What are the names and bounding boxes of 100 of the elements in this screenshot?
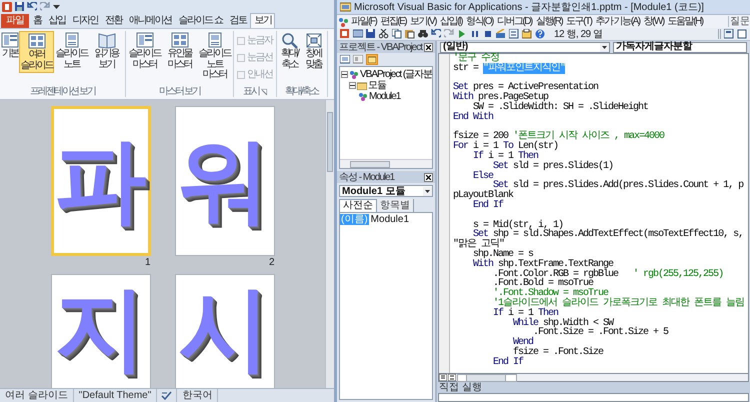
ribbon-tab[interactable]: 홈: [30, 14, 44, 28]
ribbon-button[interactable]: 읽기용 보기: [89, 31, 124, 71]
fit-window-icon: [304, 32, 322, 49]
status-text: 한국어: [177, 389, 218, 402]
code-line: With shp.TextFrame.TextRange: [472, 260, 614, 270]
menu-item[interactable]: 도움말(H): [666, 16, 705, 28]
view-object-icon[interactable]: [353, 55, 363, 64]
code-line: While shp.Width < SW: [512, 318, 614, 328]
dropdown-icon[interactable]: [53, 4, 60, 10]
tree-toggle[interactable]: [349, 82, 356, 89]
object-dropdown[interactable]: Module1 모듈: [339, 185, 433, 197]
pause-icon[interactable]: [470, 29, 480, 39]
property-value[interactable]: Module1: [368, 214, 410, 225]
binoculars-icon[interactable]: [418, 29, 428, 39]
code-line: '문구 수정: [453, 54, 500, 64]
ribbon-button[interactable]: 확대/축소: [278, 31, 302, 71]
ribbon-button[interactable]: 기본: [1, 31, 19, 60]
properties-tab[interactable]: 사전순: [339, 199, 377, 212]
menu-item[interactable]: 창(W): [642, 16, 666, 28]
scissors-icon[interactable]: [379, 29, 389, 39]
list-icon[interactable]: [509, 29, 519, 39]
ribbon-tab[interactable]: 검토: [226, 14, 250, 28]
undo-icon[interactable]: [431, 29, 441, 39]
group-label: 마스터 보기: [159, 86, 200, 97]
horizontal-scrollbar[interactable]: [340, 159, 432, 168]
dropdown-icon: [423, 186, 432, 196]
toggle-folders-button[interactable]: [366, 54, 378, 65]
stop-icon[interactable]: [483, 29, 493, 39]
grid-icon: [28, 33, 46, 50]
menu-item[interactable]: 도구(T): [564, 16, 594, 28]
code-line: .Font.Size = .Font.Size + 5: [533, 328, 670, 338]
properties-tab[interactable]: 항목별: [377, 199, 414, 212]
help-icon[interactable]: [535, 29, 545, 39]
close-button[interactable]: [424, 172, 433, 182]
slide-number: 1: [144, 256, 150, 270]
menu-item[interactable]: 보기(V): [408, 16, 438, 28]
page-icon[interactable]: [737, 29, 747, 39]
ribbon-button[interactable]: 창에 맞춤: [302, 31, 326, 71]
pane-title: 속성 - Module1: [339, 172, 394, 182]
folder-icon[interactable]: [522, 29, 532, 39]
ribbon-button[interactable]: 슬라이드 마스터: [127, 31, 162, 71]
menu-item[interactable]: 편집(E): [378, 16, 408, 28]
window-list-icon[interactable]: [724, 29, 734, 39]
ribbon-tab[interactable]: 삽입: [46, 14, 68, 28]
pane-title: 직접 실행: [439, 382, 482, 393]
menu-item[interactable]: 형식(O): [464, 16, 495, 28]
spelling-check-icon[interactable]: [161, 390, 172, 400]
folder-icon: [368, 56, 376, 63]
procedure-dropdown[interactable]: 가독자게글자분할: [613, 42, 747, 52]
menu-item[interactable]: 추가 기능(A): [593, 16, 642, 28]
procedure-view-icon[interactable]: [439, 374, 447, 381]
menu-item[interactable]: 삽입(I): [438, 16, 464, 28]
menu-icon[interactable]: [338, 16, 349, 26]
dropdown-icon: [600, 42, 609, 52]
code-line: End With: [453, 112, 494, 123]
ribbon-button[interactable]: 유인물 마스터: [162, 31, 197, 71]
tree-item[interactable]: Module1: [369, 91, 400, 102]
ribbon-button[interactable]: 여러 슬라이드: [19, 31, 54, 73]
code-line: End If: [472, 200, 504, 211]
dropdown-value: Module1 모듈: [342, 186, 406, 196]
ribbon-tab[interactable]: 애니메이션: [126, 14, 174, 28]
tree-item[interactable]: VBAProject (글자분: [360, 69, 432, 80]
ribbon-tab[interactable]: 보기: [250, 13, 276, 28]
code-line: fsize = .Font.Size: [512, 348, 604, 358]
code-line: For i = 1 To Len(str): [453, 142, 560, 152]
folder-icon: [357, 82, 367, 90]
app-logo-icon[interactable]: [2, 2, 12, 12]
object-dropdown[interactable]: (일반): [440, 42, 610, 52]
copy-icon[interactable]: [392, 29, 402, 39]
view-code-icon[interactable]: [340, 55, 350, 64]
code-line: Set sld = pres.Slides(1): [493, 162, 614, 172]
status-text: "Default Theme": [74, 389, 158, 402]
menu-item[interactable]: 파일(F): [349, 16, 378, 28]
help-search-field[interactable]: 질문: [728, 16, 750, 27]
save-icon[interactable]: [366, 29, 376, 39]
close-icon: [426, 174, 431, 180]
module-view-icon[interactable]: [448, 374, 456, 381]
file-tab[interactable]: 파일: [1, 14, 29, 28]
ribbon-tab[interactable]: 전환: [102, 14, 125, 28]
tree-item[interactable]: 모듈: [368, 80, 386, 91]
ribbon-button[interactable]: 슬라이드 노트 마스터: [197, 31, 232, 82]
close-button[interactable]: [424, 42, 433, 52]
vertical-scrollbar[interactable]: [325, 100, 334, 388]
code-line: Wend: [512, 338, 534, 348]
undo-icon[interactable]: [27, 2, 37, 11]
immediate-window[interactable]: [438, 393, 749, 402]
ribbon-tab[interactable]: 슬라이드 쇼: [176, 14, 226, 28]
ribbon-button[interactable]: 슬라이드 노트: [54, 31, 89, 71]
menu-item[interactable]: 실행(R): [534, 16, 564, 28]
code-line: '.Font.Shadow = msoTrue: [492, 289, 608, 299]
save-icon[interactable]: [15, 2, 24, 11]
menu-item[interactable]: 디버그(D): [494, 16, 534, 28]
dialog-launcher-icon[interactable]: [260, 88, 267, 94]
ribbon-tab[interactable]: 디자인: [70, 14, 101, 28]
group-label: 확대/축소: [285, 86, 318, 97]
page-icon: [62, 32, 80, 49]
paste-icon[interactable]: [405, 29, 415, 39]
document-icon[interactable]: [340, 29, 350, 39]
tree-toggle[interactable]: [341, 71, 348, 78]
code-line: SW = .SlideWidth: SH = .SlideHeight: [472, 102, 650, 113]
